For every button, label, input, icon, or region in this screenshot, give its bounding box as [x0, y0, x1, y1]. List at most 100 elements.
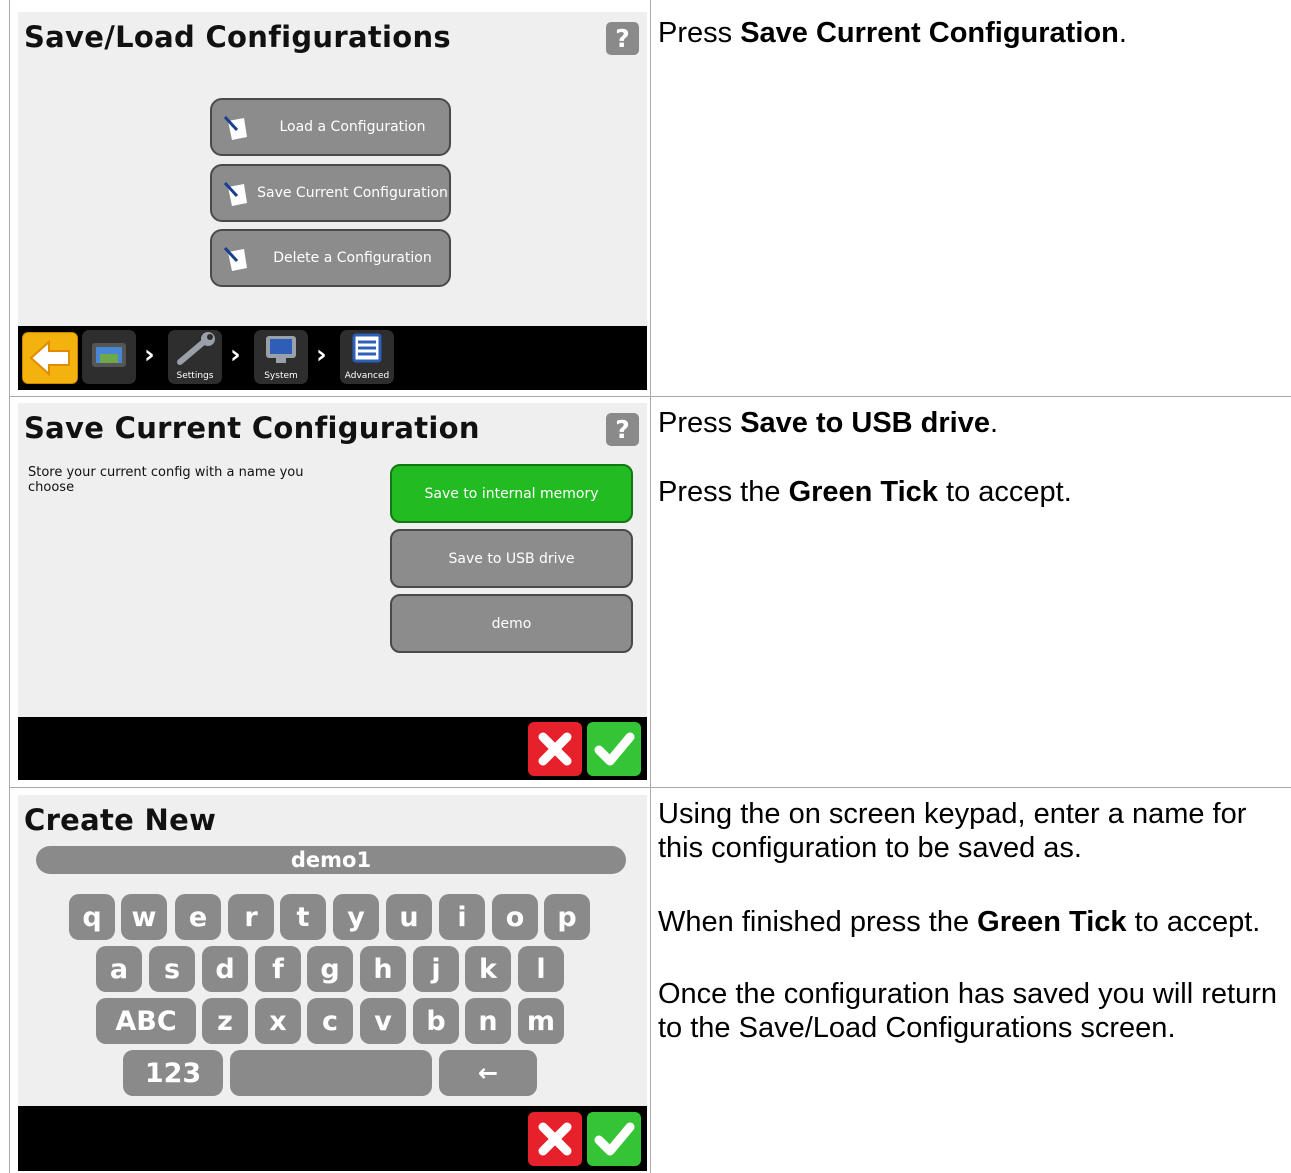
key-t[interactable]: t	[280, 894, 326, 940]
key-b[interactable]: b	[413, 998, 459, 1044]
table-border-row1	[9, 396, 1291, 397]
key-space[interactable]	[230, 1050, 432, 1096]
key-abc[interactable]: ABC	[96, 998, 196, 1044]
delete-configuration-label: Delete a Configuration	[273, 250, 432, 266]
step-2a-text-post: .	[990, 407, 999, 439]
step-3-instruction: Using the on screen keypad, enter a name…	[658, 797, 1281, 1045]
chevron-right-icon: ›	[144, 340, 155, 370]
key-m[interactable]: m	[518, 998, 564, 1044]
key-v[interactable]: v	[360, 998, 406, 1044]
step-2b-text-bold: Green Tick	[788, 476, 938, 508]
display-icon	[92, 343, 126, 367]
red-cross-icon	[538, 732, 572, 766]
table-border-left	[9, 0, 10, 1173]
config-name-demo-button[interactable]: demo	[390, 594, 633, 653]
key-u[interactable]: u	[386, 894, 432, 940]
hint-text: Store your current config with a name yo…	[28, 465, 304, 495]
key-n[interactable]: n	[465, 998, 511, 1044]
key-l[interactable]: l	[518, 946, 564, 992]
key-i[interactable]: i	[439, 894, 485, 940]
monitor-icon	[266, 336, 296, 363]
back-arrow-icon	[29, 339, 70, 377]
screen-title: Create New	[24, 803, 217, 837]
load-configuration-label: Load a Configuration	[279, 119, 426, 135]
document-pen-icon	[224, 115, 247, 140]
green-tick-icon	[594, 1122, 635, 1156]
wrench-icon	[177, 332, 215, 365]
step-2-instruction: Press Save to USB drive. Press the Green…	[658, 406, 1281, 509]
save-current-configuration-label: Save Current Configuration	[257, 185, 448, 201]
save-to-internal-memory-button[interactable]: Save to internal memory	[390, 464, 633, 523]
load-configuration-button[interactable]: Load a Configuration	[210, 98, 451, 156]
table-border-middle	[650, 0, 651, 1173]
save-current-configuration-button[interactable]: Save Current Configuration	[210, 164, 451, 222]
key-k[interactable]: k	[465, 946, 511, 992]
key-c[interactable]: c	[307, 998, 353, 1044]
step-2b-text-pre: Press the	[658, 476, 789, 508]
green-tick-icon	[594, 732, 635, 766]
config-name-input[interactable]: demo1	[36, 846, 626, 874]
key-o[interactable]: o	[492, 894, 538, 940]
key-f[interactable]: f	[255, 946, 301, 992]
navigation-bar: › Settings › System › Advanced	[18, 326, 647, 390]
key-r[interactable]: r	[228, 894, 274, 940]
key-d[interactable]: d	[202, 946, 248, 992]
screen-title: Save Current Configuration	[24, 411, 480, 445]
key-e[interactable]: e	[175, 894, 221, 940]
key-w[interactable]: w	[121, 894, 167, 940]
step-3a-text: Using the on screen keypad, enter a name…	[658, 798, 1247, 864]
key-a[interactable]: a	[96, 946, 142, 992]
key-x[interactable]: x	[255, 998, 301, 1044]
step-1-instruction: Press Save Current Configuration.	[658, 16, 1281, 50]
save-load-screen: Save/Load Configurations ? Load a Config…	[18, 12, 647, 390]
breadcrumb-system[interactable]: System	[254, 330, 308, 384]
question-mark-icon[interactable]: ?	[606, 22, 639, 55]
action-bar	[18, 1106, 647, 1171]
back-button[interactable]	[22, 332, 78, 384]
step-3b-text-pre: When finished press the	[658, 906, 978, 938]
document-pen-icon	[224, 246, 247, 271]
step-2a-text-pre: Press	[658, 407, 741, 439]
breadcrumb-home[interactable]	[82, 330, 136, 384]
key-g[interactable]: g	[307, 946, 353, 992]
screen-title: Save/Load Configurations	[24, 20, 451, 54]
breadcrumb-system-label: System	[264, 371, 298, 381]
red-cross-icon	[538, 1122, 572, 1156]
action-bar	[18, 717, 647, 780]
key-h[interactable]: h	[360, 946, 406, 992]
list-icon	[352, 333, 382, 363]
step-3b-text-post: to accept.	[1126, 906, 1261, 938]
step-3b-text-bold: Green Tick	[977, 906, 1127, 938]
save-current-configuration-screen: Save Current Configuration ? Store your …	[18, 403, 647, 780]
create-new-screen: Create New demo1 q w e r t y u i o p a s…	[18, 795, 647, 1171]
step-1-text-bold: Save Current Configuration	[740, 17, 1119, 49]
breadcrumb-advanced-label: Advanced	[344, 371, 390, 381]
step-1-text-post: .	[1118, 17, 1127, 49]
key-backspace[interactable]: ←	[439, 1050, 537, 1096]
key-j[interactable]: j	[413, 946, 459, 992]
key-s[interactable]: s	[149, 946, 195, 992]
accept-button[interactable]	[587, 1112, 641, 1166]
key-p[interactable]: p	[544, 894, 590, 940]
step-1-text-pre: Press	[658, 17, 741, 49]
document-pen-icon	[224, 181, 247, 206]
save-to-usb-drive-button[interactable]: Save to USB drive	[390, 529, 633, 588]
table-border-row2	[9, 787, 1291, 788]
delete-configuration-button[interactable]: Delete a Configuration	[210, 229, 451, 287]
cancel-button[interactable]	[528, 722, 582, 776]
step-2b-text-post: to accept.	[937, 476, 1072, 508]
chevron-right-icon: ›	[230, 340, 241, 370]
key-123[interactable]: 123	[123, 1050, 223, 1096]
breadcrumb-advanced[interactable]: Advanced	[340, 330, 394, 384]
step-3c-text: Once the configuration has saved you wil…	[658, 978, 1278, 1044]
step-2a-text-bold: Save to USB drive	[740, 407, 991, 439]
cancel-button[interactable]	[528, 1112, 582, 1166]
breadcrumb-settings[interactable]: Settings	[168, 330, 222, 384]
key-q[interactable]: q	[69, 894, 115, 940]
question-mark-icon[interactable]: ?	[606, 413, 639, 446]
chevron-right-icon: ›	[316, 340, 327, 370]
breadcrumb-settings-label: Settings	[176, 371, 214, 381]
accept-button[interactable]	[587, 722, 641, 776]
key-y[interactable]: y	[333, 894, 379, 940]
key-z[interactable]: z	[202, 998, 248, 1044]
